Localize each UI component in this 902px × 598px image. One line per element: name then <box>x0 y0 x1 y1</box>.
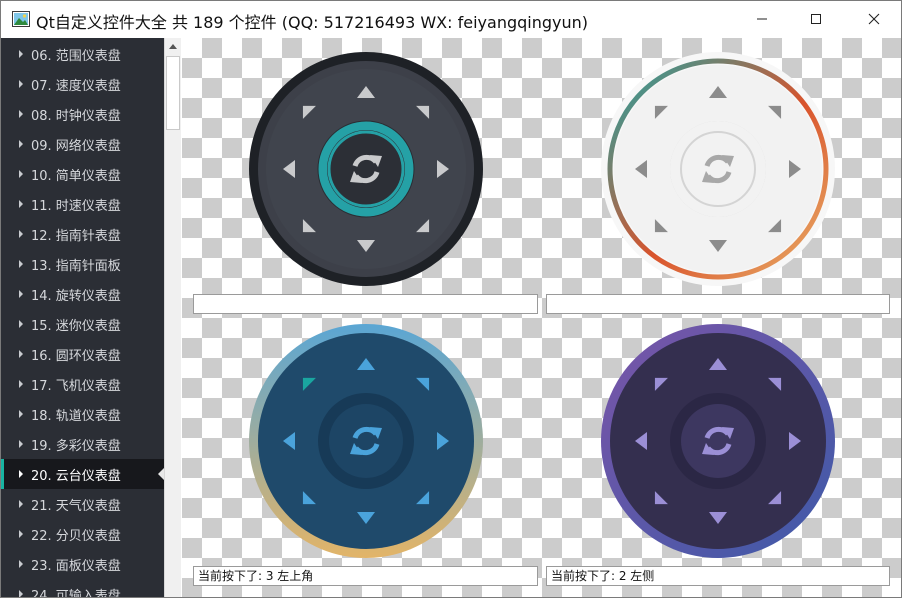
status-box-bottom-right: 当前按下了: 2 左侧 <box>546 566 890 586</box>
sidebar-scrollbar[interactable] <box>164 38 181 597</box>
expand-arrow-icon <box>19 110 23 118</box>
sidebar-item[interactable]: 20. 云台仪表盘 <box>1 459 164 489</box>
expand-arrow-icon <box>19 380 23 388</box>
expand-arrow-icon <box>19 440 23 448</box>
sidebar-item-label: 19. 多彩仪表盘 <box>31 438 121 454</box>
sidebar-item-label: 12. 指南针表盘 <box>31 228 121 244</box>
sidebar-item[interactable]: 13. 指南针面板 <box>1 249 164 279</box>
expand-arrow-icon <box>19 560 23 568</box>
sidebar-item-label: 10. 简单仪表盘 <box>31 168 121 184</box>
gauge-purple-graphic <box>601 324 835 558</box>
expand-arrow-icon <box>19 320 23 328</box>
sidebar-item-label: 17. 飞机仪表盘 <box>31 378 121 394</box>
sidebar-item-label: 21. 天气仪表盘 <box>31 498 121 514</box>
gauge-blue[interactable] <box>248 323 484 559</box>
sidebar-item-label: 23. 面板仪表盘 <box>31 558 121 574</box>
sidebar-item-label: 20. 云台仪表盘 <box>31 468 121 484</box>
image-icon <box>12 11 30 27</box>
sidebar-item[interactable]: 24. 可输入表盘 <box>1 579 164 598</box>
expand-arrow-icon <box>19 80 23 88</box>
sidebar-item-label: 16. 圆环仪表盘 <box>31 348 121 364</box>
sidebar-item[interactable]: 15. 迷你仪表盘 <box>1 309 164 339</box>
expand-arrow-icon <box>19 230 23 238</box>
sidebar-item[interactable]: 17. 飞机仪表盘 <box>1 369 164 399</box>
sidebar-item[interactable]: 06. 范围仪表盘 <box>1 39 164 69</box>
sidebar-item[interactable]: 08. 时钟仪表盘 <box>1 99 164 129</box>
gauge-dark[interactable] <box>248 51 484 287</box>
scroll-thumb[interactable] <box>166 56 180 130</box>
expand-arrow-icon <box>19 590 23 597</box>
sidebar-item-label: 07. 速度仪表盘 <box>31 78 121 94</box>
sidebar-item-label: 15. 迷你仪表盘 <box>31 318 121 334</box>
sidebar-item-label: 24. 可输入表盘 <box>31 588 121 598</box>
status-box-top-left <box>193 294 538 314</box>
sidebar-item[interactable]: 19. 多彩仪表盘 <box>1 429 164 459</box>
expand-arrow-icon <box>19 200 23 208</box>
maximize-icon <box>811 14 821 24</box>
sidebar-item-label: 11. 时速仪表盘 <box>31 198 121 214</box>
title-bar: Qt自定义控件大全 共 189 个控件 (QQ: 517216493 WX: f… <box>1 1 901 38</box>
expand-arrow-icon <box>19 530 23 538</box>
sidebar-item[interactable]: 09. 网络仪表盘 <box>1 129 164 159</box>
expand-arrow-icon <box>19 170 23 178</box>
gauge-panel: 当前按下了: 3 左上角 当前按下了: 2 左侧 <box>182 38 901 597</box>
sidebar-item-label: 14. 旋转仪表盘 <box>31 288 121 304</box>
sidebar-item-label: 22. 分贝仪表盘 <box>31 528 121 544</box>
expand-arrow-icon <box>19 350 23 358</box>
gauge-dark-graphic <box>249 52 483 286</box>
sidebar-item[interactable]: 14. 旋转仪表盘 <box>1 279 164 309</box>
sidebar-item[interactable]: 07. 速度仪表盘 <box>1 69 164 99</box>
sidebar-item[interactable]: 10. 简单仪表盘 <box>1 159 164 189</box>
close-icon <box>868 13 880 25</box>
scroll-up-button[interactable] <box>165 38 181 55</box>
sidebar-item[interactable]: 18. 轨道仪表盘 <box>1 399 164 429</box>
sidebar-item[interactable]: 12. 指南针表盘 <box>1 219 164 249</box>
sidebar-item-label: 18. 轨道仪表盘 <box>31 408 121 424</box>
sidebar-item[interactable]: 16. 圆环仪表盘 <box>1 339 164 369</box>
gauge-light-graphic <box>601 52 835 286</box>
sidebar-item-label: 09. 网络仪表盘 <box>31 138 121 154</box>
expand-arrow-icon <box>19 410 23 418</box>
expand-arrow-icon <box>19 260 23 268</box>
maximize-button[interactable] <box>793 1 839 37</box>
minimize-button[interactable] <box>739 1 785 37</box>
sidebar-item-label: 13. 指南针面板 <box>31 258 121 274</box>
expand-arrow-icon <box>19 500 23 508</box>
status-box-top-right <box>546 294 890 314</box>
window-title: Qt自定义控件大全 共 189 个控件 (QQ: 517216493 WX: f… <box>36 13 589 32</box>
sidebar-item[interactable]: 21. 天气仪表盘 <box>1 489 164 519</box>
expand-arrow-icon <box>19 140 23 148</box>
expand-arrow-icon <box>19 290 23 298</box>
sidebar-item-label: 08. 时钟仪表盘 <box>31 108 121 124</box>
control-tree: 06. 范围仪表盘 07. 速度仪表盘 08. 时钟仪表盘 09. 网络仪表盘 10. … <box>1 38 164 598</box>
app-window: Qt自定义控件大全 共 189 个控件 (QQ: 517216493 WX: f… <box>0 0 902 598</box>
sidebar-item[interactable]: 23. 面板仪表盘 <box>1 549 164 579</box>
sidebar-item[interactable]: 11. 时速仪表盘 <box>1 189 164 219</box>
minimize-icon <box>757 18 767 20</box>
sidebar-item-label: 06. 范围仪表盘 <box>31 48 121 64</box>
gauge-blue-graphic <box>249 324 483 558</box>
expand-arrow-icon <box>19 50 23 58</box>
status-box-bottom-left: 当前按下了: 3 左上角 <box>193 566 538 586</box>
sidebar-item[interactable]: 22. 分贝仪表盘 <box>1 519 164 549</box>
gauge-light[interactable] <box>600 51 836 287</box>
expand-arrow-icon <box>19 470 23 478</box>
close-button[interactable] <box>851 1 897 37</box>
sidebar: 06. 范围仪表盘 07. 速度仪表盘 08. 时钟仪表盘 09. 网络仪表盘 10. … <box>1 38 181 598</box>
gauge-purple[interactable] <box>600 323 836 559</box>
